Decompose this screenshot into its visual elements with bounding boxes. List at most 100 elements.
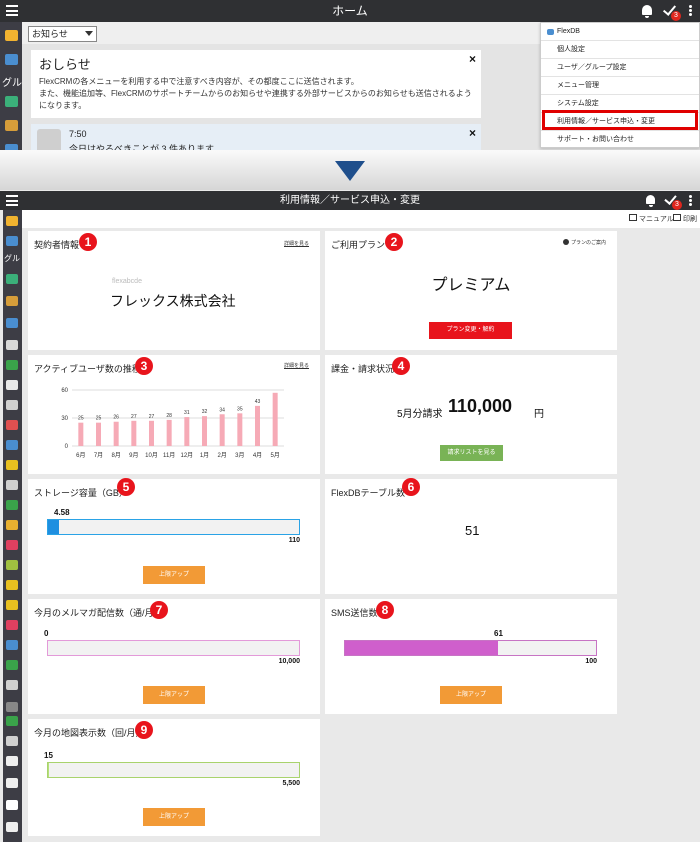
headset-icon[interactable] (6, 620, 18, 630)
chart-x-tick-label: 10月 (145, 452, 158, 459)
menu-header-flexdb[interactable]: FlexDB (541, 23, 699, 41)
print-icon[interactable] (673, 214, 681, 221)
y-icon[interactable] (6, 822, 18, 832)
sidebar-group-label[interactable]: グル (2, 74, 22, 89)
copy-icon[interactable] (6, 680, 18, 690)
card-mail: 今月のメルマガ配信数（通/月） 7 0 10,000 上限アップ (28, 599, 320, 714)
checklist-icon[interactable] (6, 716, 18, 726)
message-icon[interactable] (6, 440, 18, 450)
card-contract: 契約者情報 1 詳細を見る flexabcde フレックス株式会社 (28, 231, 320, 350)
chart-bar (166, 419, 172, 446)
plan-change-button[interactable]: プラン変更・解約 (429, 322, 512, 339)
manual-icon[interactable] (629, 214, 637, 221)
chevron-down-icon[interactable] (6, 702, 18, 712)
chart-data-label: 31 (184, 410, 190, 416)
chart-data-label: 35 (237, 406, 243, 412)
close-icon[interactable]: × (469, 126, 476, 140)
window-icon[interactable] (6, 756, 18, 766)
mail-upgrade-button[interactable]: 上限アップ (143, 686, 205, 704)
todo-time: 7:50 (69, 129, 87, 139)
notice-filter-select[interactable]: お知らせ (28, 26, 97, 42)
notice-filter-value: お知らせ (32, 29, 68, 39)
comment-icon[interactable] (6, 580, 18, 590)
folder-icon[interactable] (6, 520, 18, 530)
notice-title: おしらせ (39, 57, 91, 72)
pie-chart-icon[interactable] (6, 500, 18, 510)
chart-bar (113, 421, 119, 446)
step-number: 2 (385, 233, 403, 251)
close-icon[interactable]: × (469, 52, 476, 66)
chart-bar (255, 405, 260, 446)
map-upgrade-button[interactable]: 上限アップ (143, 808, 205, 826)
image-icon[interactable] (6, 296, 18, 306)
bell-icon[interactable] (646, 195, 655, 207)
golf-icon[interactable] (6, 560, 18, 570)
chart-data-label: 27 (131, 414, 137, 420)
notice-body: FlexCRMの各メニューを利用する中で注意すべき内容が、その都度ここに送信され… (39, 77, 472, 110)
card-map: 今月の地図表示数（回/月） 9 15 5,500 上限アップ (28, 719, 320, 836)
home-icon[interactable] (5, 30, 18, 41)
menu-item-menu-admin[interactable]: メニュー管理 (541, 77, 699, 95)
card-sms: SMS送信数 8 61 100 上限アップ (325, 599, 617, 714)
chat-icon[interactable] (6, 318, 18, 328)
card-icon[interactable] (6, 340, 18, 350)
card-title: SMS送信数 (331, 608, 378, 618)
print-link[interactable]: 印刷 (683, 214, 697, 224)
more-icon[interactable] (689, 9, 692, 12)
map-max: 5,500 (282, 780, 300, 787)
report-icon[interactable] (6, 480, 18, 490)
billing-list-button[interactable]: 請求リストを見る (440, 445, 503, 461)
step-number: 6 (402, 478, 420, 496)
people-icon[interactable] (6, 640, 18, 650)
image-icon[interactable] (5, 120, 18, 131)
more-icon[interactable] (689, 199, 692, 202)
database-icon[interactable] (5, 54, 18, 65)
chart-x-tick-label: 9月 (129, 452, 138, 459)
card-title: ご利用プラン (331, 240, 386, 250)
forward-icon[interactable] (6, 274, 18, 284)
bottom-title-bar: 利用情報／サービス申込・変更 3 (0, 191, 700, 210)
chart-bar (202, 416, 207, 446)
todo-badge: 3 (671, 11, 681, 21)
checklist-icon[interactable] (6, 360, 18, 370)
card-icon[interactable] (6, 736, 18, 746)
chart-x-tick-label: 8月 (111, 452, 120, 459)
forward-icon[interactable] (5, 96, 18, 107)
plan-guide-link[interactable]: プランのご案内 (571, 239, 606, 246)
manual-link[interactable]: マニュアル (639, 214, 674, 224)
top-title-bar: ホーム 3 (0, 0, 700, 22)
storage-progress-fill (48, 520, 59, 534)
sidebar-group-label[interactable]: グル (4, 253, 20, 264)
plan-name: プレミアム (431, 277, 511, 294)
todo-panel[interactable]: 7:50 今日はやるべきことが 3 件あります × (31, 124, 481, 150)
database-icon[interactable] (6, 236, 18, 246)
chart-x-tick-label: 2月 (217, 452, 226, 459)
notebook-icon[interactable] (6, 400, 18, 410)
storage-upgrade-button[interactable]: 上限アップ (143, 566, 205, 584)
device-icon[interactable] (6, 800, 18, 810)
document-icon[interactable] (6, 380, 18, 390)
menu-item-users-groups[interactable]: ユーザ／グループ設定 (541, 59, 699, 77)
menu-item-support[interactable]: サポート・お問い合わせ (541, 131, 699, 149)
billing-unit: 円 (534, 409, 544, 420)
home-icon[interactable] (6, 216, 18, 226)
comment-icon[interactable] (6, 600, 18, 610)
chart-bar (149, 420, 154, 446)
screen-icon[interactable] (6, 778, 18, 788)
gift-icon[interactable] (6, 460, 18, 470)
card-title: ストレージ容量（GB） (34, 488, 128, 498)
support-icon[interactable] (6, 660, 18, 670)
mail-icon[interactable] (6, 420, 18, 430)
sms-value: 61 (494, 629, 503, 638)
menu-item-personal[interactable]: 個人設定 (541, 41, 699, 59)
chart-x-tick-label: 11月 (163, 452, 175, 459)
map-progress-fill (48, 763, 49, 777)
details-link[interactable]: 詳細を見る (284, 240, 309, 247)
map-progress-bar (47, 762, 300, 778)
calendar-icon[interactable] (6, 540, 18, 550)
sms-upgrade-button[interactable]: 上限アップ (440, 686, 502, 704)
bell-icon[interactable] (642, 5, 652, 18)
card-storage: ストレージ容量（GB） 5 4.58 110 上限アップ (28, 478, 320, 594)
chart-data-label: 43 (255, 399, 261, 405)
mail-progress-bar (47, 640, 300, 656)
